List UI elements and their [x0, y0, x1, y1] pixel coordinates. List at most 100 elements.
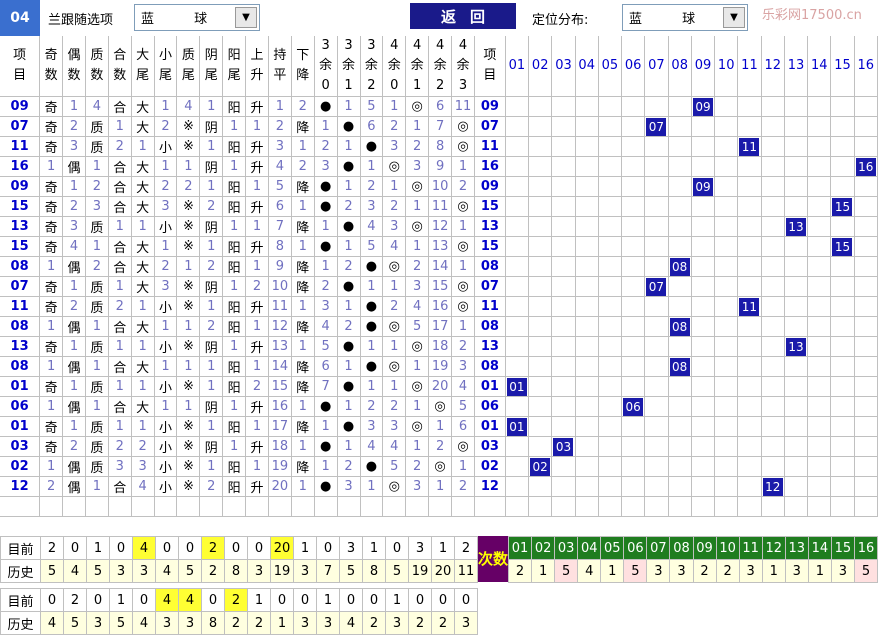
ball-count: 3 [738, 559, 763, 583]
draw-number: 02 [0, 456, 41, 477]
stat-cell: 1 [62, 96, 86, 117]
stat-cell: 1 [85, 316, 109, 337]
stat-cell: 小 [154, 456, 178, 477]
empty-cell [176, 496, 201, 517]
table-row: 09 奇 1 4 合大 1 4 1 阳升 1 2 ● 1 5 1 ◎ 6 11 09 09 [0, 96, 878, 117]
stat-cell: 阳 [222, 376, 247, 397]
ball-header: 06 [623, 536, 648, 560]
stat-value: 8 [201, 611, 225, 635]
stat-cell: 小 [154, 436, 178, 457]
stat-cell: 4 [360, 436, 384, 457]
stat-cell: 1 [337, 136, 361, 157]
stat-cell: ● [360, 296, 384, 317]
column-header: 合 数 [108, 36, 132, 97]
ball-cell [528, 476, 553, 497]
stat-cell: 质 [85, 296, 109, 317]
ball-position-code: 04 [0, 0, 40, 36]
ball-cell [598, 276, 623, 297]
ball-cell [528, 276, 553, 297]
column-header: 小 尾 [154, 36, 178, 97]
column-header: 项 目 [474, 36, 506, 97]
ball-cell [668, 456, 692, 477]
stat-cell: 1 [337, 176, 361, 197]
ball-cell [621, 216, 646, 237]
stat-cell: 1 [131, 296, 155, 317]
stat-cell: 3 [314, 296, 338, 317]
table-row: 06 1 偶 1 合大 1 1 阴 1 升 16 1 ● 1 2 2 1 ◎ 5 06 06 [0, 396, 878, 417]
stat-cell: 质 [85, 136, 109, 157]
ball-header: 15 [830, 536, 855, 560]
stat-cell: 小 [154, 416, 178, 437]
ball-cell [784, 256, 809, 277]
distribution-select[interactable]: 蓝 球 ▼ [622, 4, 748, 31]
stat-cell: 降 [291, 256, 315, 277]
stat-cell: 合 [108, 96, 132, 117]
stat-cell: 合 [108, 176, 132, 197]
empty-cell [39, 496, 64, 517]
stat-cell: 1 [451, 316, 475, 337]
stat-cell: 偶 [62, 356, 86, 377]
stat-value: 4 [132, 536, 156, 560]
draw-number: 12 [474, 476, 506, 497]
stat-cell: 1 [62, 416, 86, 437]
stat-cell: 1 [154, 356, 178, 377]
stat-cell: 16 [268, 396, 292, 417]
ball-count: 5 [853, 559, 878, 583]
stat-value: 5 [40, 559, 64, 583]
stat-cell: 1 [291, 296, 315, 317]
chevron-down-icon[interactable]: ▼ [723, 7, 745, 28]
ball-cell [830, 216, 855, 237]
stat-cell: ● [314, 436, 338, 457]
chevron-down-icon[interactable]: ▼ [235, 7, 257, 28]
draw-number: 07 [474, 276, 506, 297]
stat-value: 0 [431, 588, 455, 612]
stat-cell: 1 [222, 396, 247, 417]
stat-cell: ◎ [382, 256, 407, 277]
stat-cell: 偶 [62, 316, 86, 337]
stat-cell: ※ [176, 296, 201, 317]
empty-cell [0, 496, 41, 517]
ball-marker: 01 [505, 376, 530, 397]
ball-cell [644, 376, 669, 397]
ball-cell [784, 416, 809, 437]
stat-cell: 奇 [39, 296, 64, 317]
trend-grid: 项 目奇 数偶 数质 数合 数大 尾小 尾质 尾阴 尾阳 尾上 升持 平下 降3… [0, 36, 878, 517]
ball-cell [668, 296, 692, 317]
filter-select[interactable]: 蓝 球 ▼ [134, 4, 260, 31]
ball-cell [528, 336, 553, 357]
ball-cell [830, 96, 855, 117]
back-button[interactable]: 返回 [410, 3, 516, 29]
ball-cell [528, 136, 553, 157]
stat-cell: 降 [291, 176, 315, 197]
ball-cell [668, 476, 692, 497]
ball-cell [505, 356, 530, 377]
ball-cell [598, 216, 623, 237]
ball-cell [807, 356, 832, 377]
stat-cell: 奇 [39, 436, 64, 457]
ball-cell [528, 416, 553, 437]
ball-number: 09 [692, 97, 713, 116]
ball-cell [691, 316, 716, 337]
stat-cell: 2 [108, 296, 132, 317]
ball-cell [784, 456, 809, 477]
ball-cell [830, 476, 855, 497]
ball-cell [644, 476, 669, 497]
ball-cell [621, 316, 646, 337]
ball-cell [575, 376, 599, 397]
stat-cell: 1 [131, 336, 155, 357]
draw-number: 09 [0, 176, 41, 197]
stats-table-1: 目前 2 0 1 0 4 0 0 2 0 0 20 1 0 3 1 0 3 1 2 历史 5 4 5 3 3 4 5 2 8 3 19 3 7 5 8… [0, 536, 478, 583]
stat-cell: 奇 [39, 216, 64, 237]
draw-number: 13 [0, 216, 41, 237]
ball-cell [668, 436, 692, 457]
stat-value: 3 [86, 611, 110, 635]
stat-value: 11 [454, 559, 478, 583]
ball-cell [598, 376, 623, 397]
draw-number: 08 [474, 356, 506, 377]
stat-cell: 1 [108, 376, 132, 397]
stat-cell: 2 [85, 256, 109, 277]
stat-cell: 1 [337, 396, 361, 417]
ball-cell [668, 216, 692, 237]
stat-cell: 升 [245, 196, 269, 217]
stat-value: 1 [362, 536, 386, 560]
